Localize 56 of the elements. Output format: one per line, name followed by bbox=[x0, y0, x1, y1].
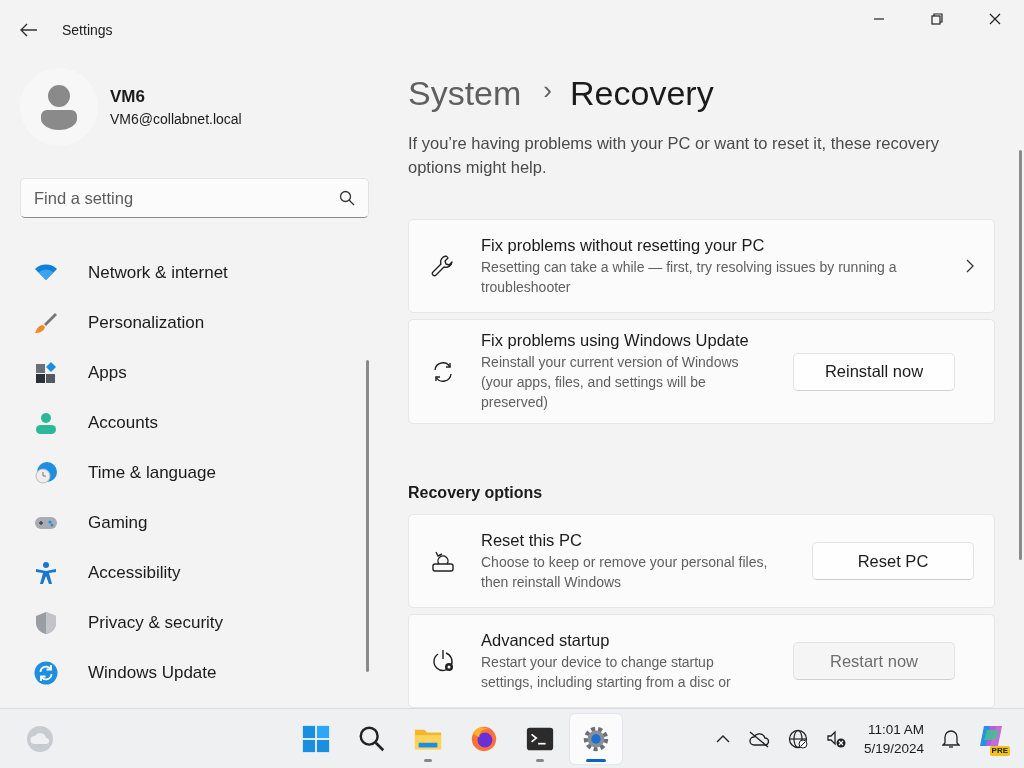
card-description: Choose to keep or remove your personal files, then reinstall Windows bbox=[481, 552, 769, 592]
card-title: Fix problems without resetting your PC bbox=[481, 235, 766, 255]
back-icon[interactable] bbox=[20, 23, 38, 37]
search-icon bbox=[339, 190, 355, 206]
person-icon bbox=[34, 411, 58, 435]
wrench-icon bbox=[431, 254, 455, 278]
bell-icon[interactable] bbox=[942, 728, 960, 749]
reset-pc-icon bbox=[431, 549, 455, 573]
apps-icon bbox=[34, 361, 58, 385]
card-description: Reinstall your current version of Windows (your apps, files, and settings will be preserved) bbox=[481, 353, 740, 412]
power-gear-icon bbox=[431, 649, 455, 673]
card-title: Fix problems using Windows Update bbox=[481, 331, 750, 350]
action-button[interactable]: Reinstall now bbox=[793, 352, 955, 391]
search-field[interactable]: Find a setting bbox=[20, 178, 369, 218]
sync-icon bbox=[34, 661, 58, 685]
sidebar-item[interactable]: Network & internet bbox=[20, 254, 334, 292]
user-email: VM6@collabnet.local bbox=[110, 111, 242, 127]
refresh-icon bbox=[431, 359, 455, 384]
sidebar-item[interactable]: Accessibility bbox=[20, 554, 334, 592]
close-icon[interactable] bbox=[989, 13, 1001, 25]
sidebar-item[interactable]: Time & language bbox=[20, 454, 334, 492]
settings-card[interactable]: Fix problems without resetting your PC Resetting can take a while — first, try resolving issues by running a troubleshooter bbox=[408, 219, 995, 313]
sidebar-item[interactable]: Privacy & security bbox=[20, 604, 334, 642]
sidebar-item[interactable]: Windows Update bbox=[20, 654, 334, 692]
sidebar-item[interactable]: Apps bbox=[20, 354, 334, 392]
card-title: Reset this PC bbox=[481, 530, 583, 550]
card-title: Advanced startup bbox=[481, 630, 611, 650]
cloud-off-icon[interactable] bbox=[747, 729, 770, 748]
start-icon[interactable] bbox=[301, 723, 331, 754]
chevron-right-icon bbox=[966, 259, 974, 273]
action-button[interactable]: Restart now bbox=[793, 642, 955, 680]
scrollbar[interactable] bbox=[366, 360, 369, 672]
card-description: Restart your device to change startup settings, including starting from a disc or bbox=[481, 652, 732, 692]
clock[interactable]: 11:01 AM 5/19/2024 bbox=[863, 719, 924, 758]
restore-icon[interactable] bbox=[931, 13, 943, 25]
globe-icon[interactable] bbox=[787, 728, 808, 749]
card-description: Resetting can take a while — first, try resolving issues by running a troubleshooter bbox=[481, 257, 898, 297]
window-title: Settings bbox=[62, 22, 113, 38]
sidebar-item[interactable]: Gaming bbox=[20, 504, 334, 542]
shield-icon bbox=[34, 611, 58, 635]
sidebar-item[interactable]: Accounts bbox=[20, 404, 334, 442]
brush-icon bbox=[34, 311, 58, 335]
globe-clock-icon bbox=[34, 461, 58, 485]
scrollbar[interactable] bbox=[1019, 150, 1022, 560]
user-name: VM6 bbox=[110, 87, 146, 107]
breadcrumb-separator: › bbox=[543, 75, 553, 106]
section-heading: Recovery options bbox=[408, 484, 544, 502]
breadcrumb-link[interactable]: System bbox=[408, 74, 522, 113]
accessibility-icon bbox=[34, 561, 58, 585]
page-title: Recovery bbox=[570, 74, 714, 113]
intro-text: If you’re having problems with your PC or want to reset it, these recovery options might help. bbox=[408, 133, 940, 178]
volume-muted-icon[interactable] bbox=[825, 728, 846, 749]
sidebar-item[interactable]: Personalization bbox=[20, 304, 334, 342]
preview-badge: PRE bbox=[989, 745, 1010, 756]
action-button[interactable]: Reset PC bbox=[812, 542, 974, 580]
chevron-up-icon[interactable] bbox=[715, 734, 730, 743]
